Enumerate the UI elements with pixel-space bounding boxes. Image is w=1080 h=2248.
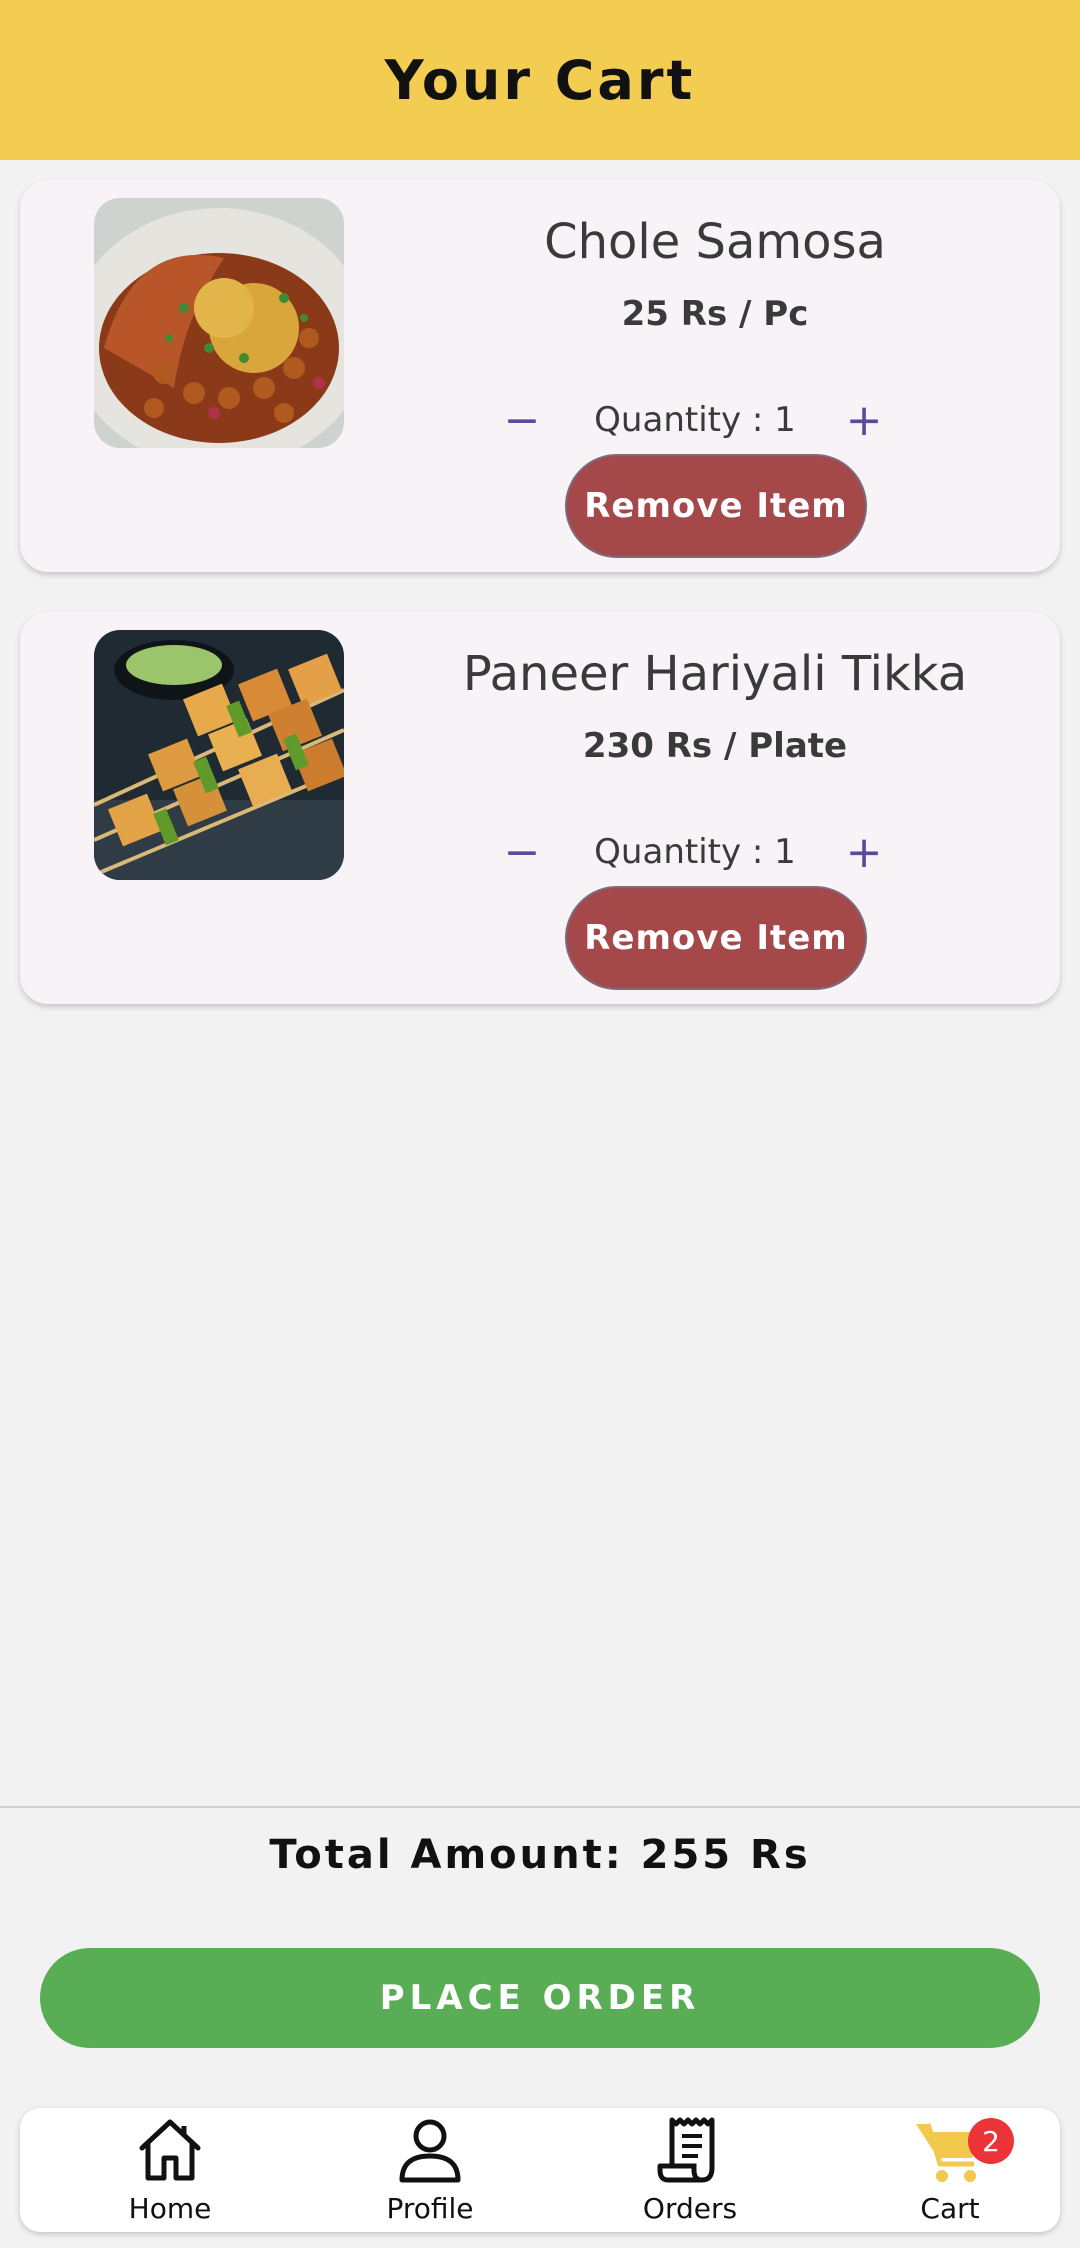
home-icon [139, 2119, 201, 2181]
food-image-chole-samosa [94, 198, 344, 448]
food-image-paneer-hariyali-tikka [94, 630, 344, 880]
total-amount: Total Amount: 255 Rs [269, 1832, 811, 1878]
item-name: Chole Samosa [544, 214, 886, 270]
increase-quantity-button[interactable]: + [832, 820, 896, 884]
nav-item-profile[interactable]: Profile [330, 2108, 530, 2232]
nav-item-orders[interactable]: Orders [590, 2108, 790, 2232]
item-price: 230 Rs / Plate [582, 726, 848, 766]
quantity-stepper: − Quantity : 1 + [400, 388, 1030, 452]
person-icon [399, 2119, 461, 2183]
nav-label-profile: Profile [386, 2192, 474, 2225]
remove-item-button[interactable]: Remove Item [565, 886, 867, 990]
nav-item-cart[interactable]: 2 Cart [850, 2108, 1050, 2232]
nav-label-orders: Orders [642, 2192, 738, 2225]
cart-item-card: Paneer Hariyali Tikka 230 Rs / Plate − Q… [20, 612, 1060, 1004]
cart-item-card: Chole Samosa 25 Rs / Pc − Quantity : 1 +… [20, 180, 1060, 572]
place-order-button[interactable]: PLACE ORDER [40, 1948, 1040, 2048]
item-name: Paneer Hariyali Tikka [462, 646, 968, 702]
app-header: Your Cart [0, 0, 1080, 160]
bottom-navigation: Home Profile Orders 2 Cart [20, 2108, 1060, 2232]
increase-quantity-button[interactable]: + [832, 388, 896, 452]
quantity-label: Quantity : 1 [594, 832, 796, 872]
quantity-stepper: − Quantity : 1 + [400, 820, 1030, 884]
item-price: 25 Rs / Pc [621, 294, 809, 334]
receipt-icon [657, 2117, 715, 2183]
page-title: Your Cart [384, 48, 696, 112]
cart-count-badge: 2 [968, 2118, 1014, 2164]
nav-label-home: Home [128, 2192, 212, 2225]
nav-item-home[interactable]: Home [70, 2108, 270, 2232]
quantity-label: Quantity : 1 [594, 400, 796, 440]
remove-item-button[interactable]: Remove Item [565, 454, 867, 558]
nav-label-cart: Cart [920, 2192, 980, 2225]
summary-divider [0, 1806, 1080, 1808]
